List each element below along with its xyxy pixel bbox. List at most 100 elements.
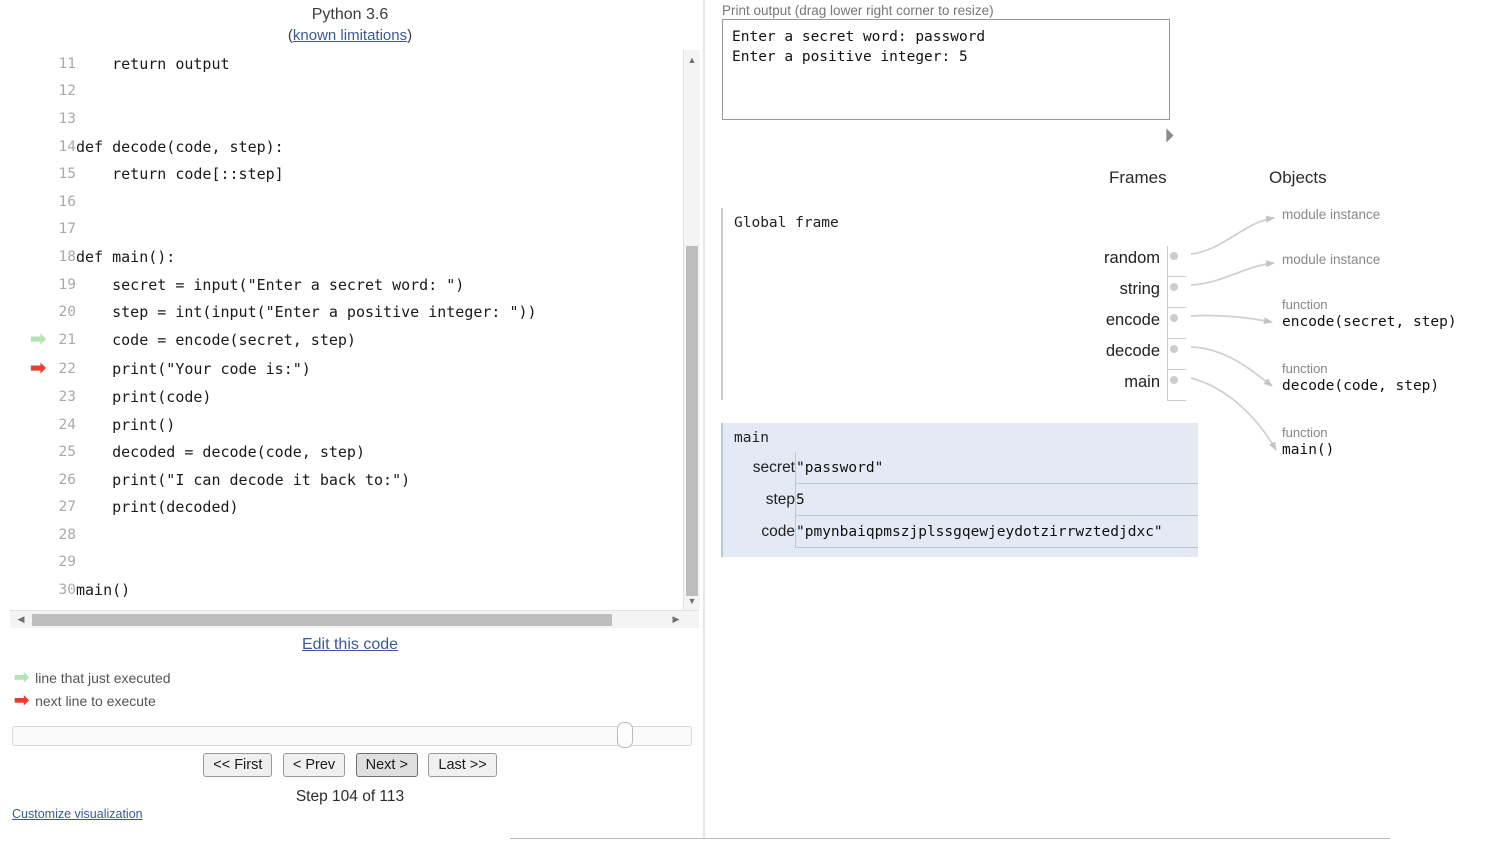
global-variable-pointer-slot	[1167, 277, 1186, 308]
global-variable-name: encode	[1105, 311, 1160, 329]
code-line-text: secret = input("Enter a secret word: ")	[76, 275, 465, 294]
code-pane: Python 3.6 (known limitations) 11 return…	[0, 0, 700, 864]
code-line-row[interactable]: 14 def decode(code, step):	[10, 133, 537, 161]
line-arrow-slot	[10, 549, 46, 577]
variable-row: secret "password"	[723, 452, 1198, 484]
object-signature: encode(secret, step)	[1282, 314, 1457, 330]
code-line-row[interactable]: 27 print(decoded)	[10, 494, 537, 522]
code-line-row[interactable]: 12	[10, 78, 537, 106]
executed-line-arrow-icon: ➡	[30, 328, 46, 350]
line-arrow-slot	[10, 383, 46, 411]
line-arrow-slot	[10, 216, 46, 244]
line-number: 22	[58, 360, 76, 377]
last-button[interactable]: Last >>	[428, 753, 497, 777]
pointer-dot-icon	[1170, 283, 1178, 291]
variable-row: step 5	[723, 483, 1198, 516]
step-slider[interactable]	[12, 722, 692, 748]
line-number: 16	[58, 193, 76, 210]
object-kind-label: function	[1282, 361, 1328, 376]
code-line-row[interactable]: 25 decoded = decode(code, step)	[10, 438, 537, 466]
object-entry: function encode(secret, step)	[1282, 297, 1457, 332]
code-line-row[interactable]: ➡ 22 print("Your code is:")	[10, 355, 537, 384]
prev-button[interactable]: < Prev	[282, 753, 346, 777]
code-line-row[interactable]: 11 return output	[10, 50, 537, 78]
code-line-text	[76, 78, 537, 106]
scroll-left-icon[interactable]: ◀	[14, 611, 28, 628]
object-entry: module instance	[1282, 207, 1380, 222]
line-arrow-slot	[10, 494, 46, 522]
scroll-up-icon[interactable]: ▲	[684, 53, 700, 67]
object-signature: decode(code, step)	[1282, 378, 1440, 394]
code-line-row[interactable]: 20 step = int(input("Enter a positive in…	[10, 298, 537, 326]
code-line-row[interactable]: 24 print()	[10, 411, 537, 439]
code-table: 11 return output 12 13 14 def decode(code, s…	[10, 50, 537, 604]
global-variable-row: random	[986, 246, 1186, 277]
edit-this-code-link[interactable]: Edit this code	[302, 636, 398, 653]
code-line-row[interactable]: 19 secret = input("Enter a secret word: …	[10, 271, 537, 299]
frames-heading: Frames	[1109, 168, 1167, 187]
line-number: 29	[58, 554, 76, 571]
variable-row: code "pmynbaiqpmszjplssgqewjeydotzirrwzte…	[723, 515, 1198, 548]
global-variable-pointer-slot	[1167, 370, 1186, 401]
code-vertical-scrollbar[interactable]: ▲ ▼	[683, 50, 700, 610]
variable-name: secret	[752, 458, 795, 476]
code-line-row[interactable]: 28	[10, 521, 537, 549]
object-kind-label: function	[1282, 425, 1328, 440]
visualization-pane: Print output (drag lower right corner to…	[704, 0, 1497, 864]
code-line-row[interactable]: 29	[10, 549, 537, 577]
line-number: 20	[58, 304, 76, 321]
line-number: 11	[58, 55, 76, 72]
object-entry: function main()	[1282, 425, 1334, 460]
code-line-text: print(code)	[76, 387, 212, 406]
code-line-row[interactable]: 23 print(code)	[10, 383, 537, 411]
scroll-down-icon[interactable]: ▼	[684, 594, 700, 608]
customize-visualization-link[interactable]: Customize visualization	[12, 807, 143, 821]
line-number: 28	[58, 526, 76, 543]
main-frame-variables: secret "password" step 5 code "pmynbaiqpmszjp…	[723, 452, 1198, 548]
line-number: 17	[58, 221, 76, 238]
line-arrow-slot	[10, 188, 46, 216]
scroll-right-icon[interactable]: ▶	[669, 611, 683, 628]
horizontal-scrollbar-thumb[interactable]	[32, 614, 612, 626]
variable-value: "pmynbaiqpmszjplssgqewjeydotzirrwztedjdx…	[795, 515, 1198, 548]
object-signature: main()	[1282, 442, 1335, 458]
line-number: 13	[58, 110, 76, 127]
next-button[interactable]: Next >	[355, 753, 418, 777]
print-output-label: Print output (drag lower right corner to…	[722, 3, 994, 18]
line-number: 18	[58, 248, 76, 265]
code-line-text	[76, 105, 537, 133]
code-display: 11 return output 12 13 14 def decode(code, s…	[10, 50, 692, 610]
global-frame: Global frame random string encode decode mai…	[721, 208, 1186, 401]
line-arrow-slot	[10, 78, 46, 106]
known-limitations-link[interactable]: known limitations	[293, 27, 407, 44]
code-line-row[interactable]: 26 print("I can decode it back to:")	[10, 466, 537, 494]
code-line-text: def main():	[76, 247, 176, 266]
print-output-box: Enter a secret word: password Enter a po…	[722, 19, 1170, 120]
code-line-row[interactable]: 18 def main():	[10, 243, 537, 271]
code-line-row[interactable]: 16	[10, 188, 537, 216]
code-line-row[interactable]: ➡ 21 code = encode(secret, step)	[10, 326, 537, 355]
line-arrow-slot	[10, 438, 46, 466]
code-line-text	[76, 188, 537, 216]
global-variable-name: decode	[1105, 342, 1160, 360]
variable-name: step	[765, 490, 795, 508]
green-arrow-icon: ➡	[14, 667, 30, 687]
code-line-row[interactable]: 17	[10, 216, 537, 244]
line-number: 14	[58, 138, 76, 155]
resize-handle-icon[interactable]: ◢	[1157, 126, 1175, 144]
code-horizontal-scrollbar[interactable]: ◀ ▶	[10, 610, 699, 628]
first-button[interactable]: << First	[203, 753, 273, 777]
legend-next-line-to-execute: ➡ next line to execute	[14, 690, 156, 711]
variable-value: 5	[795, 483, 1198, 516]
object-label: module instance	[1282, 207, 1381, 222]
code-line-row[interactable]: 30 main()	[10, 576, 537, 604]
step-slider-handle[interactable]	[617, 722, 633, 748]
code-line-row[interactable]: 13	[10, 105, 537, 133]
global-variable-row: decode	[986, 339, 1186, 370]
vertical-scrollbar-thumb[interactable]	[686, 246, 698, 596]
code-line-row[interactable]: 15 return code[::step]	[10, 160, 537, 188]
code-line-text: return code[::step]	[76, 165, 284, 184]
line-arrow-slot	[10, 133, 46, 161]
line-arrow-slot	[10, 50, 46, 78]
global-variable-name: random	[1104, 249, 1160, 267]
